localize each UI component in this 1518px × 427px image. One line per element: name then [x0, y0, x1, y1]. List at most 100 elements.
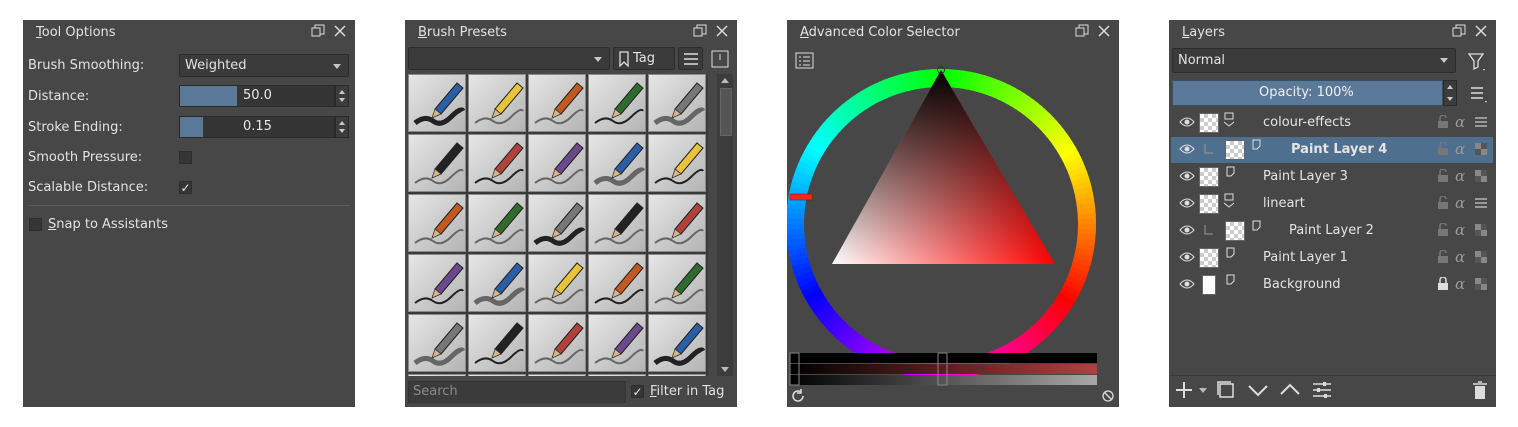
layer-row[interactable]: Background α: [1171, 272, 1493, 298]
brush-preset-tile[interactable]: [648, 314, 706, 372]
unlock-icon[interactable]: [1437, 142, 1449, 156]
brush-preset-tile[interactable]: [468, 374, 526, 376]
pass-through-icon[interactable]: [1474, 115, 1488, 129]
smooth-pressure-checkbox[interactable]: [179, 151, 192, 164]
pass-through-icon[interactable]: [1474, 196, 1488, 210]
brush-preset-tile[interactable]: [408, 254, 466, 312]
color-history-bars[interactable]: [789, 352, 1097, 386]
layer-row[interactable]: colour-effects α: [1171, 110, 1493, 136]
unlock-icon[interactable]: [1437, 169, 1449, 183]
brush-preset-tile[interactable]: [528, 314, 586, 372]
inherit-alpha-icon[interactable]: [1474, 250, 1488, 264]
brush-preset-tile[interactable]: [648, 194, 706, 252]
layer-row[interactable]: Paint Layer 2 α: [1171, 218, 1493, 244]
close-icon[interactable]: [715, 24, 729, 38]
eye-icon[interactable]: [1179, 116, 1195, 128]
brush-preset-tile[interactable]: [468, 254, 526, 312]
brush-preset-tile[interactable]: [408, 194, 466, 252]
move-down-icon[interactable]: [1247, 379, 1269, 401]
stroke-ending-spinbox-arrows[interactable]: [335, 116, 349, 138]
layer-row[interactable]: Paint Layer 4 α: [1171, 137, 1493, 163]
hue-indicator[interactable]: [789, 193, 813, 201]
unlock-icon[interactable]: [1437, 196, 1449, 210]
inherit-alpha-icon[interactable]: [1474, 169, 1488, 183]
distance-spinbox-arrows[interactable]: [335, 85, 349, 107]
duplicate-layer-icon[interactable]: [1215, 379, 1237, 401]
opacity-spinbox-arrows[interactable]: [1443, 80, 1457, 106]
eye-icon[interactable]: [1179, 170, 1195, 182]
brush-smoothing-dropdown[interactable]: Weighted: [179, 54, 349, 77]
chevron-down-icon[interactable]: [1199, 388, 1207, 394]
display-mode-icon[interactable]: [711, 50, 729, 68]
brush-preset-tile[interactable]: [468, 314, 526, 372]
brush-preset-tile[interactable]: [588, 74, 646, 132]
brush-preset-tile[interactable]: [408, 134, 466, 192]
layer-list[interactable]: colour-effects α Paint Layer 4 α Paint Layer…: [1169, 110, 1496, 300]
eye-icon[interactable]: [1179, 251, 1195, 263]
tag-button[interactable]: Tag: [613, 47, 675, 70]
eye-icon[interactable]: [1179, 224, 1195, 236]
preset-resource-dropdown[interactable]: [408, 47, 610, 70]
inherit-alpha-icon[interactable]: [1474, 223, 1488, 237]
layer-properties-icon[interactable]: [1311, 379, 1333, 401]
unlock-icon[interactable]: [1437, 223, 1449, 237]
float-icon[interactable]: [1452, 24, 1466, 38]
alpha-lock-icon[interactable]: α: [1454, 277, 1468, 291]
float-icon[interactable]: [693, 24, 707, 38]
move-up-icon[interactable]: [1279, 379, 1301, 401]
brush-preset-tile[interactable]: [528, 374, 586, 376]
unlock-icon[interactable]: [1437, 115, 1449, 129]
eye-icon[interactable]: [1179, 143, 1195, 155]
clear-icon[interactable]: [1101, 389, 1115, 403]
brush-preset-tile[interactable]: [648, 254, 706, 312]
scalable-distance-checkbox[interactable]: ✓: [179, 181, 192, 194]
brush-preset-tile[interactable]: [528, 194, 586, 252]
brush-preset-tile[interactable]: [408, 314, 466, 372]
preset-scrollbar[interactable]: [717, 74, 733, 376]
brush-preset-tile[interactable]: [468, 194, 526, 252]
delete-layer-icon[interactable]: [1469, 379, 1491, 401]
alpha-lock-icon[interactable]: α: [1454, 223, 1468, 237]
brush-preset-tile[interactable]: [588, 374, 646, 376]
snap-to-assistants-checkbox[interactable]: [29, 218, 42, 231]
lock-icon[interactable]: [1437, 277, 1449, 291]
eye-icon[interactable]: [1179, 197, 1195, 209]
add-layer-icon[interactable]: [1173, 379, 1195, 401]
stroke-ending-slider[interactable]: 0.15: [179, 116, 335, 138]
scrollbar-thumb[interactable]: [720, 88, 732, 136]
filter-icon[interactable]: [1467, 52, 1487, 72]
brush-preset-tile[interactable]: [648, 134, 706, 192]
hamburger-icon[interactable]: [1469, 84, 1489, 104]
close-icon[interactable]: [1474, 24, 1488, 38]
distance-slider[interactable]: 50.0: [179, 85, 335, 107]
menu-button[interactable]: [678, 47, 703, 70]
alpha-lock-icon[interactable]: α: [1454, 115, 1468, 129]
alpha-lock-icon[interactable]: α: [1454, 196, 1468, 210]
layer-row[interactable]: lineart α: [1171, 191, 1493, 217]
search-input[interactable]: Search: [408, 381, 626, 403]
float-icon[interactable]: [311, 24, 325, 38]
inherit-alpha-icon[interactable]: [1474, 277, 1488, 291]
layer-row[interactable]: Paint Layer 3 α: [1171, 164, 1493, 190]
brush-preset-tile[interactable]: [528, 134, 586, 192]
layer-row[interactable]: Paint Layer 1 α: [1171, 245, 1493, 271]
brush-preset-tile[interactable]: [588, 254, 646, 312]
filter-in-tag-checkbox[interactable]: ✓: [631, 385, 644, 398]
brush-preset-tile[interactable]: [408, 74, 466, 132]
brush-preset-tile[interactable]: [648, 74, 706, 132]
eye-icon[interactable]: [1179, 278, 1195, 290]
blend-mode-dropdown[interactable]: Normal: [1172, 48, 1456, 73]
brush-preset-tile[interactable]: [588, 314, 646, 372]
close-icon[interactable]: [333, 24, 347, 38]
preset-grid[interactable]: [408, 74, 708, 376]
brush-preset-tile[interactable]: [408, 374, 466, 376]
color-wheel-canvas[interactable]: [787, 20, 1119, 407]
brush-preset-tile[interactable]: [468, 74, 526, 132]
brush-preset-tile[interactable]: [528, 74, 586, 132]
alpha-lock-icon[interactable]: α: [1454, 169, 1468, 183]
brush-preset-tile[interactable]: [528, 254, 586, 312]
refresh-icon[interactable]: [790, 388, 806, 404]
alpha-lock-icon[interactable]: α: [1454, 142, 1468, 156]
alpha-lock-icon[interactable]: α: [1454, 250, 1468, 264]
unlock-icon[interactable]: [1437, 250, 1449, 264]
